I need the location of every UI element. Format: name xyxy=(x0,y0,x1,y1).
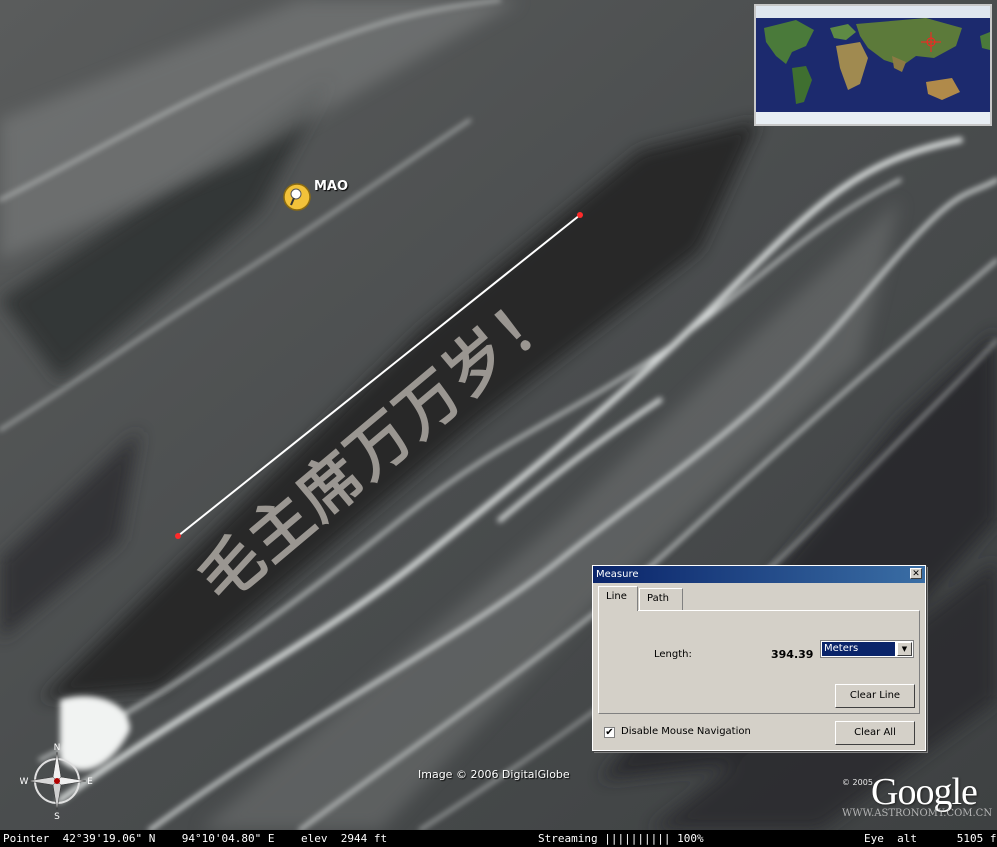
tab-line[interactable]: Line xyxy=(598,586,638,611)
placemark-label[interactable]: MAO xyxy=(314,179,348,194)
logo-year: © 2005 xyxy=(842,778,873,787)
length-value: 394.39 xyxy=(771,648,814,661)
world-overview-map[interactable] xyxy=(754,4,992,126)
chevron-down-icon[interactable]: ▼ xyxy=(897,642,912,656)
disable-nav-checkbox[interactable]: ✔ xyxy=(604,727,615,738)
compass-e: E xyxy=(87,777,93,787)
pushpin-icon[interactable] xyxy=(282,182,312,212)
length-label: Length: xyxy=(654,649,692,660)
compass-n: N xyxy=(54,743,61,753)
measure-end-point[interactable] xyxy=(577,212,583,218)
site-watermark: WWW.ASTRONOMY.COM.CN xyxy=(842,808,993,819)
disable-nav-label[interactable]: Disable Mouse Navigation xyxy=(621,726,751,737)
clear-line-button[interactable]: Clear Line xyxy=(835,684,915,708)
status-bar: Pointer 42°39'19.06" N 94°10'04.80" E el… xyxy=(0,830,997,847)
dialog-title: Measure xyxy=(596,569,639,580)
unit-select[interactable]: Meters ▼ xyxy=(820,640,914,658)
tab-line-label: Line xyxy=(606,591,627,602)
measure-start-point[interactable] xyxy=(175,533,181,539)
compass-w: W xyxy=(20,777,29,787)
compass-s: S xyxy=(54,812,60,820)
world-map-image xyxy=(756,6,990,124)
close-icon[interactable]: ✕ xyxy=(910,568,922,579)
dialog-titlebar[interactable]: Measure ✕ xyxy=(593,566,925,583)
tab-path[interactable]: Path xyxy=(639,588,683,610)
pointer-coordinates: Pointer 42°39'19.06" N 94°10'04.80" E el… xyxy=(3,832,388,845)
eye-altitude: Eye alt 5105 ft xyxy=(864,832,997,845)
map-viewport[interactable]: 毛主席万万岁！ MAO N S W E Image © 2006 Digital… xyxy=(0,0,997,847)
tab-path-label: Path xyxy=(647,593,669,604)
unit-selected: Meters xyxy=(822,642,895,656)
clear-all-button[interactable]: Clear All xyxy=(835,721,915,745)
streaming-status: Streaming |||||||||| 100% xyxy=(538,832,704,845)
imagery-copyright: Image © 2006 DigitalGlobe xyxy=(418,768,570,781)
compass-rose-icon[interactable]: N S W E xyxy=(20,742,94,820)
measure-dialog: Measure ✕ Line Path Length: 394.39 Meter… xyxy=(592,565,926,751)
